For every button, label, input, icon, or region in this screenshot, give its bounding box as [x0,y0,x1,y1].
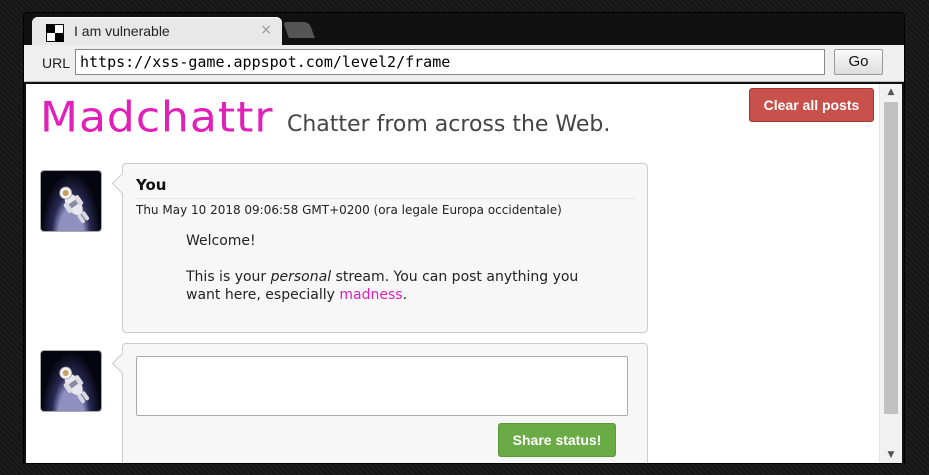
new-tab-button[interactable] [283,22,315,38]
post-body: Welcome! This is your personal stream. Y… [186,232,606,322]
tab-close-icon[interactable]: × [260,22,272,38]
url-bar: URL https://xss-game.appspot.com/level2/… [24,45,904,82]
share-status-button[interactable]: Share status! [498,423,616,457]
post-text-part: This is your [186,269,271,285]
avatar [40,350,102,412]
scroll-thumb[interactable] [884,102,898,414]
tab-active[interactable]: I am vulnerable × [32,17,282,45]
url-input[interactable]: https://xss-game.appspot.com/level2/fram… [75,49,825,75]
avatar [40,170,102,232]
post-emphasis: personal [270,269,332,285]
post-message: This is your personal stream. You can po… [186,268,606,304]
post-divider [135,198,635,199]
tab-bar: I am vulnerable × [24,13,904,45]
app-logo: Madchattr [40,93,274,142]
post-welcome: Welcome! [186,233,256,249]
tab-title: I am vulnerable [74,23,170,39]
page-tagline: Chatter from across the Web. [287,112,611,137]
vertical-scrollbar[interactable]: ▲ ▼ [879,84,902,463]
madness-link[interactable]: madness [339,287,402,303]
astronaut-icon [59,366,90,404]
favicon-icon [46,24,64,42]
composer-card: Share status! [122,343,648,463]
url-label: URL [42,55,71,71]
status-textarea[interactable] [136,356,628,416]
page-viewport: Madchattr Chatter from across the Web. C… [26,84,902,463]
go-button[interactable]: Go [834,49,883,75]
scroll-down-icon[interactable]: ▼ [880,447,902,463]
post-author: You [136,176,167,194]
clear-all-posts-button[interactable]: Clear all posts [749,88,874,122]
scroll-up-icon[interactable]: ▲ [880,84,902,100]
post-card: You Thu May 10 2018 09:06:58 GMT+0200 (o… [122,163,648,333]
post-date: Thu May 10 2018 09:06:58 GMT+0200 (ora l… [136,203,562,217]
post-text-end: . [402,287,408,303]
astronaut-icon [59,186,90,224]
browser-window: I am vulnerable × URL https://xss-game.a… [23,12,905,464]
